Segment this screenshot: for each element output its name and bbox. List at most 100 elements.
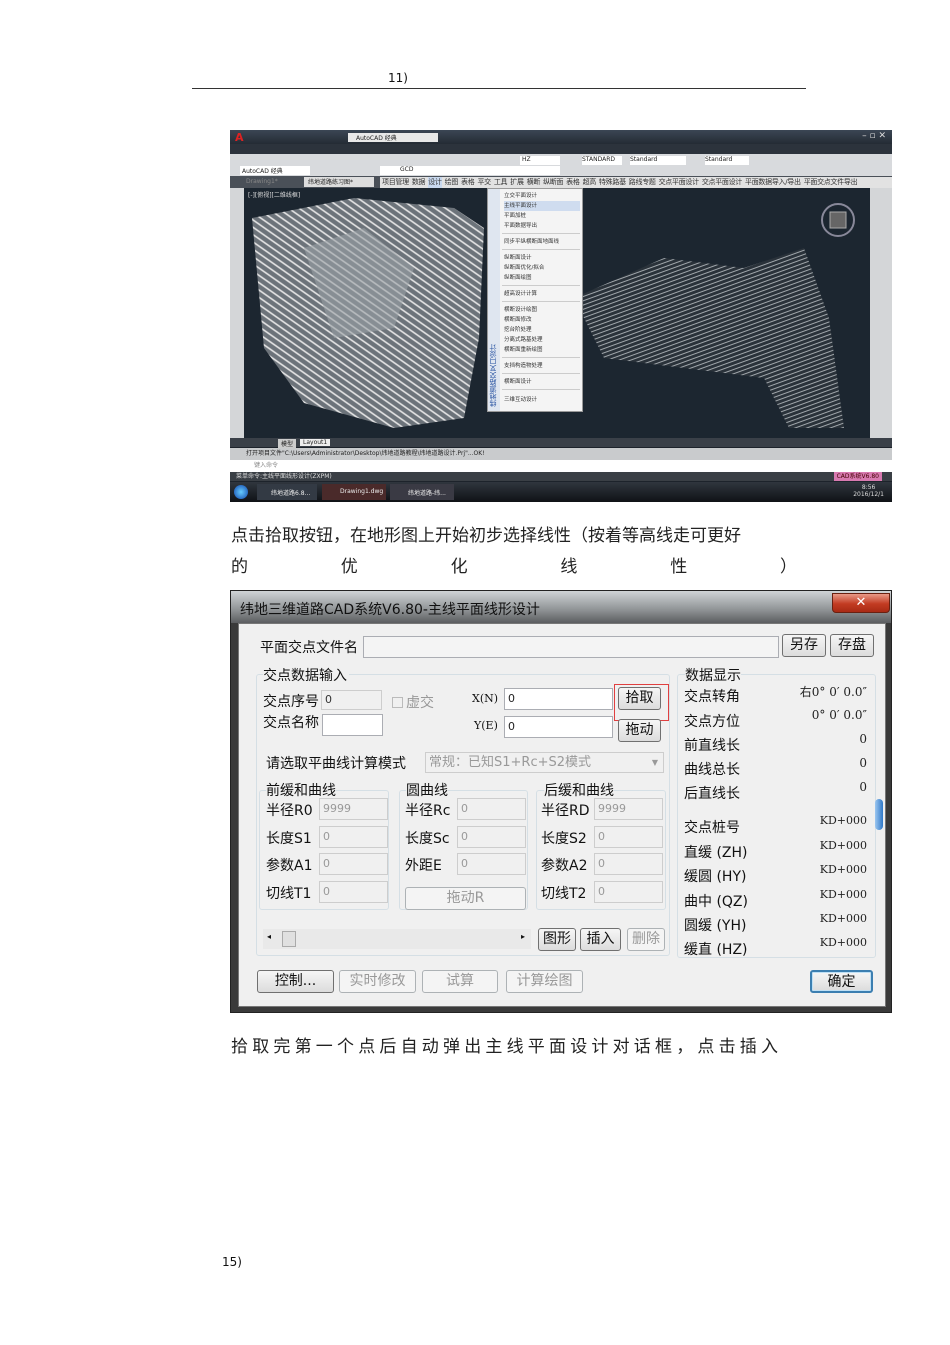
drawing-canvas[interactable]: [-][俯视][二维线框] 纬地道路交叉口设计 立交平面设计 主线平面设计 平面… (244, 188, 870, 438)
menu-item[interactable]: 横断设计绘图 (504, 305, 537, 315)
save-as-button[interactable]: 另存 (782, 634, 826, 657)
cad-toolbars: AutoCAD 经典 GCD HZ STANDARD Standard Stan… (230, 154, 892, 176)
display-label: 交点转角 (684, 689, 740, 705)
index-input[interactable]: 0 (321, 690, 382, 710)
back-param-input[interactable]: 0 (594, 881, 663, 903)
window-controls-icon[interactable]: – ▫ ✕ (862, 131, 886, 141)
layout-tabs: 模型 Layout1 (230, 438, 892, 448)
front-param-input[interactable]: 9999 (319, 798, 388, 820)
graph-button[interactable]: 图形 (538, 928, 576, 951)
taskbar-weidi[interactable]: 纬地道路-纬... (390, 484, 454, 500)
trial-calc-button[interactable]: 试算 (422, 970, 498, 993)
menu-item[interactable]: 分离式路基处理 (504, 335, 543, 345)
back-param-input[interactable]: 0 (594, 853, 663, 875)
file-name-input[interactable] (363, 636, 779, 658)
x-input[interactable]: 0 (504, 688, 613, 710)
input-group-title: 交点数据输入 (263, 665, 349, 685)
display-scrollbar-thumb[interactable] (875, 799, 883, 830)
right-toolbar[interactable] (870, 188, 892, 438)
menu-item[interactable]: 横断面设计 (504, 377, 532, 387)
front-param-input[interactable]: 0 (319, 881, 388, 903)
mleader-style-select[interactable]: Standard (705, 156, 749, 165)
display-label: 直缓 (ZH) (684, 845, 748, 861)
display-value: 0 (859, 780, 867, 794)
front-param-label: 切线T1 (266, 886, 312, 902)
dialog-title-bar[interactable]: 纬地三维道路CAD系统V6.80-主线平面线形设计 (231, 591, 891, 623)
save-button[interactable]: 存盘 (830, 634, 874, 657)
tab-model[interactable]: 模型 (278, 439, 297, 448)
menu-item[interactable]: 横断面重新绘图 (504, 345, 543, 355)
tab-road-drawing[interactable]: 纬地道路练习图* (304, 177, 374, 187)
menu-item[interactable]: 平面加桩 (504, 211, 526, 221)
menu-item[interactable]: 支挡构造物处理 (504, 361, 543, 371)
circle-param-label: 长度Sc (405, 831, 450, 847)
display-label: 曲线总长 (684, 762, 740, 778)
start-button-icon[interactable] (234, 485, 248, 499)
workspace-dropdown[interactable]: AutoCAD 经典 (348, 133, 438, 142)
insert-button[interactable]: 插入 (580, 928, 621, 951)
back-param-input[interactable]: 0 (594, 826, 663, 848)
front-param-input[interactable]: 0 (319, 853, 388, 875)
back-param-label: 切线T2 (541, 886, 587, 902)
menu-item[interactable]: 纵断面优化/拟合 (504, 263, 544, 273)
back-curve-title: 后缓和曲线 (544, 780, 614, 800)
drag-button[interactable]: 拖动 (618, 719, 661, 742)
x-label: X(N) (472, 692, 499, 705)
left-toolbar[interactable] (230, 188, 244, 438)
layer-select[interactable]: GCD (380, 166, 560, 175)
virtual-checkbox[interactable]: 虚交 (392, 692, 434, 712)
control-button[interactable]: 控制... (257, 970, 334, 993)
menu-item[interactable]: 挖台阶处理 (504, 325, 532, 335)
menu-item[interactable]: 平面数据导出 (504, 221, 537, 231)
delete-button[interactable]: 删除 (627, 928, 665, 951)
workspace-select[interactable]: AutoCAD 经典 (240, 166, 310, 175)
command-history: 打开项目文件"C:\Users\Administrator\Desktop\纬地… (230, 448, 892, 460)
front-param-label: 长度S1 (266, 831, 312, 847)
display-label: 交点方位 (684, 714, 740, 730)
y-input[interactable]: 0 (504, 716, 613, 738)
menu-item-mainline-design[interactable]: 主线平面设计 (504, 201, 580, 211)
front-param-input[interactable]: 0 (319, 826, 388, 848)
header-page-number: 11) (388, 71, 408, 85)
name-label: 交点名称 (263, 715, 319, 731)
display-value: KD+000 (819, 888, 867, 901)
menu-item[interactable]: 横断面修改 (504, 315, 532, 325)
realtime-edit-button[interactable]: 实时修改 (339, 970, 416, 993)
menu-item[interactable]: 超高设计计算 (504, 289, 537, 299)
table-style-select[interactable]: Standard (630, 156, 686, 165)
dim-style-select[interactable]: STANDARD (582, 156, 622, 165)
footer-page-number: 15) (222, 1255, 242, 1269)
scroll-left-icon[interactable]: ◂ (267, 932, 271, 941)
menu-item[interactable]: 三维互动设计 (504, 395, 537, 405)
back-param-label: 半径RD (541, 803, 590, 819)
circle-param-input[interactable]: 0 (457, 853, 526, 875)
tab-layout1[interactable]: Layout1 (300, 439, 331, 446)
name-input[interactable] (322, 714, 383, 736)
horizontal-scrollbar[interactable]: ◂ ▸ (263, 929, 531, 949)
taskbar: 纬地道路6.8... Drawing1.dwg 纬地道路-纬... 8:56 20… (230, 482, 892, 502)
calc-draw-button[interactable]: 计算绘图 (506, 970, 583, 993)
text-style-select[interactable]: HZ (520, 156, 560, 165)
tab-drawing1[interactable]: Drawing1* (246, 178, 278, 185)
scrollbar-thumb[interactable] (282, 931, 296, 947)
menu-item[interactable]: 纵断面绘图 (504, 273, 532, 283)
weidi-menu-bar[interactable]: 项目管理 数据 设计 绘图 表格 平交 工具 扩展 横断 纵断面 表格 超高 特殊路基 路线专题 交点平面设… (380, 177, 892, 188)
status-bar: 菜单命令:主线平面线形设计(ZXPM) (230, 472, 892, 481)
pick-button[interactable]: 拾取 (618, 687, 661, 710)
display-label: 圆缓 (YH) (684, 918, 747, 934)
menu-item[interactable]: 同步平纵横断面地面线 (504, 237, 559, 247)
ok-button[interactable]: 确定 (810, 970, 873, 993)
command-input[interactable]: 键入命令 (230, 460, 892, 472)
taskbar-word[interactable]: 纬地道路6.8... (257, 484, 317, 500)
mode-select[interactable]: 常规：已知S1+Rc+S2模式 ▼ (425, 752, 664, 773)
drag-r-button[interactable]: 拖动R (405, 887, 526, 910)
back-param-input[interactable]: 9999 (594, 798, 663, 820)
close-button[interactable]: ✕ (832, 593, 890, 613)
circle-param-input[interactable]: 0 (457, 826, 526, 848)
menu-item[interactable]: 纵断面设计 (504, 253, 532, 263)
circle-param-input[interactable]: 0 (457, 798, 526, 820)
menu-side-label: 纬地道路交叉口设计 (488, 189, 500, 411)
menu-item[interactable]: 立交平面设计 (504, 191, 537, 201)
taskbar-drawing[interactable]: Drawing1.dwg (322, 484, 386, 500)
scroll-right-icon[interactable]: ▸ (521, 932, 525, 941)
